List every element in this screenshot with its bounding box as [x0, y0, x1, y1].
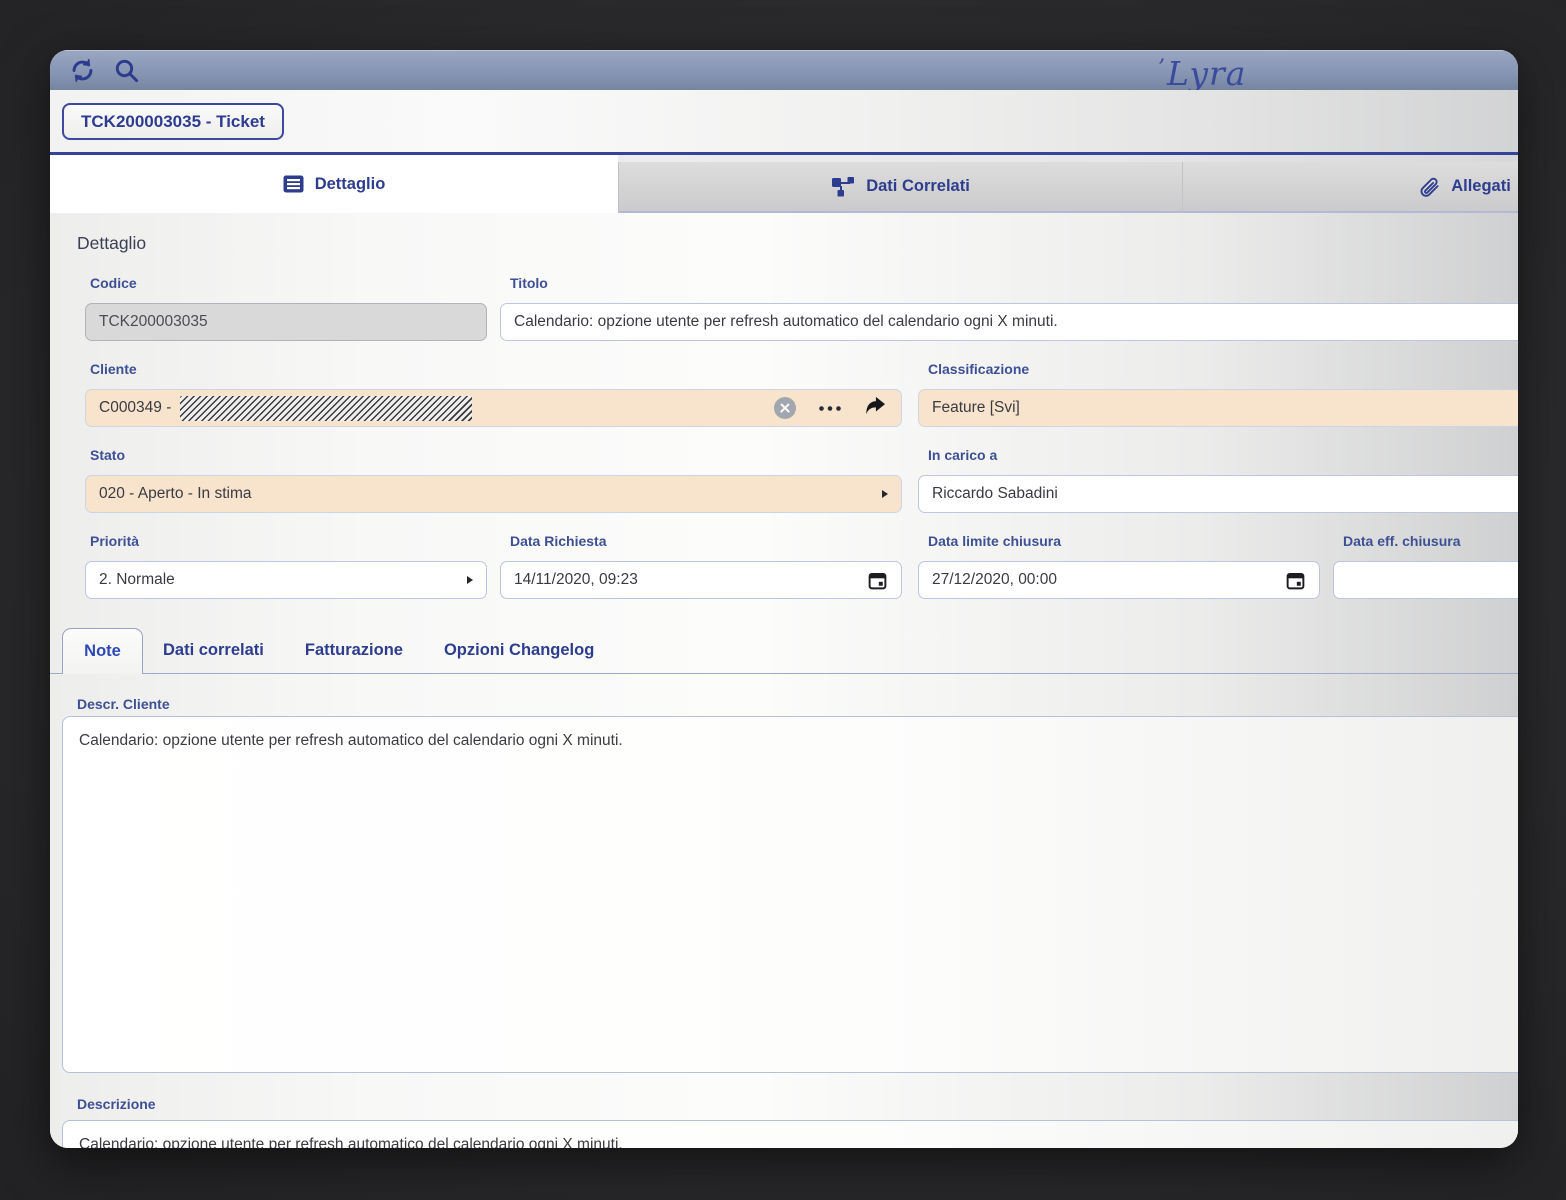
titolo-label: Titolo — [510, 275, 548, 291]
codice-label: Codice — [90, 275, 137, 291]
subtab-row: Dati correlati Fatturazione Opzioni Chan… — [163, 628, 594, 673]
stato-value: 020 - Aperto - In stima — [99, 485, 252, 503]
descrizione-text: Calendario: opzione utente per refresh a… — [79, 1136, 623, 1148]
clear-client-icon[interactable] — [774, 397, 796, 419]
classificazione-field[interactable]: Feature [Svi] — [918, 389, 1518, 427]
codice-field: TCK200003035 — [85, 303, 487, 341]
descr-cliente-text: Calendario: opzione utente per refresh a… — [79, 732, 623, 749]
cliente-field[interactable]: C000349 - — [85, 389, 902, 427]
hierarchy-icon — [831, 177, 855, 197]
brand-logo: Lyra — [1158, 50, 1246, 95]
in-carico-a-value: Riccardo Sabadini — [932, 485, 1058, 503]
data-richiesta-label: Data Richiesta — [510, 533, 606, 549]
priorita-value: 2. Normale — [99, 571, 175, 589]
subtab-opzioni-changelog[interactable]: Opzioni Changelog — [444, 641, 594, 660]
priorita-label: Priorità — [90, 533, 139, 549]
search-icon[interactable] — [113, 57, 140, 84]
tab-allegati[interactable]: Allegati — [1182, 162, 1518, 213]
calendar-icon[interactable] — [1285, 570, 1306, 591]
cliente-label: Cliente — [90, 361, 137, 377]
tab-dati-correlati[interactable]: Dati Correlati — [618, 162, 1182, 213]
data-richiesta-field[interactable]: 14/11/2020, 09:23 — [500, 561, 902, 599]
tab-dati-correlati-label: Dati Correlati — [866, 177, 970, 196]
in-carico-a-label: In carico a — [928, 447, 997, 463]
section-title: Dettaglio — [77, 233, 146, 254]
descrizione-label: Descrizione — [77, 1096, 156, 1112]
ticket-tab[interactable]: TCK200003035 - Ticket — [62, 103, 284, 140]
data-limite-value: 27/12/2020, 00:00 — [932, 571, 1057, 589]
subtab-fatturazione[interactable]: Fatturazione — [305, 641, 403, 660]
descr-cliente-textarea[interactable]: Calendario: opzione utente per refresh a… — [62, 716, 1518, 1073]
stato-dropdown-icon[interactable] — [882, 490, 888, 498]
goto-client-icon[interactable] — [864, 396, 886, 421]
classificazione-value: Feature [Svi] — [932, 399, 1020, 417]
data-limite-label: Data limite chiusura — [928, 533, 1061, 549]
data-eff-field[interactable] — [1333, 561, 1518, 599]
titolo-field[interactable]: Calendario: opzione utente per refresh a… — [500, 303, 1518, 341]
classificazione-label: Classificazione — [928, 361, 1029, 377]
stato-label: Stato — [90, 447, 125, 463]
tab-dettaglio[interactable]: Dettaglio — [50, 155, 618, 213]
descrizione-textarea[interactable]: Calendario: opzione utente per refresh a… — [62, 1120, 1518, 1148]
lookup-client-icon[interactable] — [818, 399, 842, 417]
titolo-value: Calendario: opzione utente per refresh a… — [514, 313, 1058, 331]
main-tabbar: Dettaglio Dati Correlati — [50, 152, 1518, 213]
stato-field[interactable]: 020 - Aperto - In stima — [85, 475, 902, 513]
top-toolbar: Lyra — [50, 50, 1518, 90]
sub-tabbar: Note Dati correlati Fatturazione Opzioni… — [50, 628, 1518, 674]
tab-allegati-label: Allegati — [1451, 177, 1511, 196]
data-limite-field[interactable]: 27/12/2020, 00:00 — [918, 561, 1320, 599]
tab-dettaglio-label: Dettaglio — [315, 175, 386, 194]
list-icon — [283, 175, 304, 193]
paperclip-icon — [1418, 176, 1440, 198]
refresh-icon[interactable] — [69, 57, 96, 84]
codice-value: TCK200003035 — [99, 313, 208, 331]
subtab-note[interactable]: Note — [62, 628, 143, 674]
cliente-value: C000349 - — [99, 399, 171, 417]
subtab-divider — [50, 673, 1518, 674]
dettaglio-panel: Dettaglio Codice TCK200003035 Titolo Cal… — [50, 213, 1518, 1148]
priorita-dropdown-icon[interactable] — [467, 576, 473, 584]
subtab-dati-correlati[interactable]: Dati correlati — [163, 641, 264, 660]
subtab-note-label: Note — [84, 642, 121, 661]
data-richiesta-value: 14/11/2020, 09:23 — [514, 571, 638, 589]
ticket-tab-row: TCK200003035 - Ticket — [50, 90, 1518, 152]
priorita-field[interactable]: 2. Normale — [85, 561, 487, 599]
descr-cliente-label: Descr. Cliente — [77, 696, 170, 712]
app-window: Lyra TCK200003035 - Ticket Dettaglio — [50, 50, 1518, 1148]
calendar-icon[interactable] — [867, 570, 888, 591]
in-carico-a-field[interactable]: Riccardo Sabadini — [918, 475, 1518, 513]
inactive-tabs: Dati Correlati Allegati — [618, 162, 1518, 213]
data-eff-label: Data eff. chiusura — [1343, 533, 1460, 549]
redacted-client-name — [180, 396, 472, 421]
